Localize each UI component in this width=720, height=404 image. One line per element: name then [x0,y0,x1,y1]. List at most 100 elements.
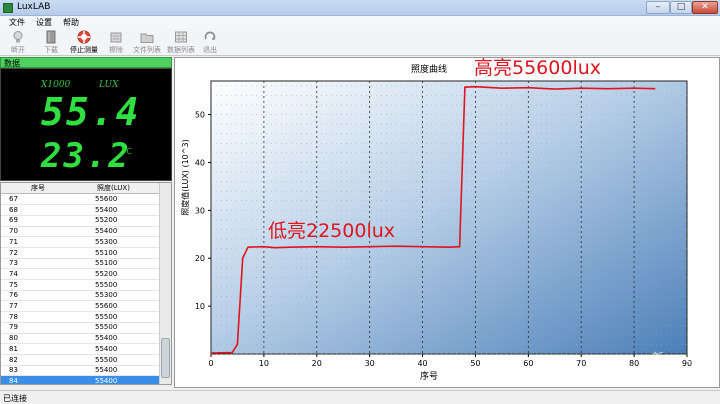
cell-lux: 55500 [95,280,118,289]
table-row[interactable]: 79 55500 [1,322,159,334]
table-row[interactable]: 82 55500 [1,355,159,366]
table-row[interactable]: 71 55300 [1,237,159,248]
status-bar: 已连接 [0,390,720,404]
table-row[interactable]: 81 55400 [1,344,159,355]
cell-lux: 55600 [95,195,118,203]
table-row[interactable]: 78 55500 [1,312,159,323]
data-panel-header: 数据 [0,57,172,68]
watermark-text: 众测 [668,360,704,381]
cell-index: 77 [9,302,18,310]
menu-file[interactable]: 文件 [9,17,25,28]
cell-index: 74 [9,269,18,278]
cell-lux: 55400 [95,376,118,385]
cell-index: 68 [9,205,18,214]
cell-index: 80 [9,334,18,343]
lifebuoy-icon [77,30,91,44]
table-row[interactable]: 76 55300 [1,290,159,302]
title-bar: LuxLAB – □ ✕ [0,0,720,16]
toolbar: 断开 下载 停止测量 擦除 文件列表 数据列表 退出 [0,28,720,56]
y-tick-label: 10 [195,302,205,311]
watermark-char-2: 浪 [652,365,665,379]
menu-settings[interactable]: 设置 [36,17,52,28]
annotation-low-brightness: 低亮22500lux [268,220,396,242]
table-row[interactable]: 73 55100 [1,258,159,270]
maximize-button[interactable]: □ [670,1,692,14]
table-scrollbar[interactable] [159,183,171,384]
stop-measure-button[interactable]: 停止测量 [66,28,102,55]
table-row[interactable]: 70 55400 [1,226,159,238]
x-tick-label: 40 [417,359,427,368]
cell-index: 79 [9,323,18,332]
y-axis-label: 照度值(LUX) (10^3) [180,139,190,215]
lcd-unit: LUX [99,80,119,90]
x-tick-label: 10 [259,359,269,368]
download-button[interactable]: 下载 [36,28,66,55]
chart-title: 照度曲线 [411,63,447,75]
lcd-display: X1000 LUX 55.4 23.2 ℃ [0,68,172,181]
exit-button[interactable]: 退出 [198,28,222,55]
x-tick-label: 0 [208,359,213,368]
erase-button[interactable]: 擦除 [103,28,129,55]
eraser-icon [110,32,122,43]
minimize-button[interactable]: – [646,1,670,14]
table-row[interactable]: 74 55200 [1,269,159,281]
cell-lux: 55300 [95,291,118,300]
cell-index: 81 [9,344,18,353]
x-axis-label: 序号 [420,370,438,382]
cell-lux: 55600 [95,302,118,310]
y-tick-label: 30 [195,206,205,215]
table-row[interactable]: 77 55600 [1,301,159,313]
table-header: 序号 照度(LUX) [1,183,159,194]
x-tick-label: 60 [523,359,533,368]
cell-index: 83 [9,366,18,375]
cell-lux: 55400 [95,334,118,343]
cell-index: 76 [9,291,18,300]
cell-index: 71 [9,237,18,246]
data-table[interactable]: 序号 照度(LUX) 67 55600 68 55400 69 55200 70 55400 7… [0,182,172,385]
folder-icon [140,33,154,43]
file-list-button[interactable]: 文件列表 [130,28,164,55]
table-row[interactable]: 68 55400 [1,205,159,216]
table-row[interactable]: 72 55100 [1,248,159,259]
menu-help[interactable]: 帮助 [63,17,79,28]
lux-reading: 55.4 [41,90,141,134]
cell-lux: 55400 [95,205,118,214]
y-tick-label: 20 [195,254,205,263]
watermark-char-1: 新 [652,351,665,365]
temperature-unit: ℃ [123,147,132,156]
y-tick-label: 50 [195,111,205,120]
data-list-button[interactable]: 数据列表 [164,28,198,55]
annotation-high-brightness: 高亮55600lux [474,57,602,79]
table-row[interactable]: 69 55200 [1,215,159,227]
table-row[interactable]: 84 55400 [1,375,159,385]
cell-index: 82 [9,355,18,364]
table-row[interactable]: 75 55500 [1,280,159,291]
x-tick-label: 80 [629,359,639,368]
cell-index: 72 [9,248,18,257]
x-tick-label: 50 [470,359,480,368]
lcd-multiplier: X1000 [41,80,71,90]
column-header-lux: 照度(LUX) [97,184,130,192]
exit-icon [204,31,216,40]
cell-lux: 55400 [95,344,118,353]
cell-index: 73 [9,259,18,268]
y-tick-label: 40 [195,158,205,167]
close-button[interactable]: ✕ [692,1,718,14]
cell-lux: 55500 [95,323,118,332]
table-row[interactable]: 67 55600 [1,194,159,206]
watermark-logo: 新 浪 众测 [652,352,714,384]
x-tick-label: 30 [365,359,375,368]
table-row[interactable]: 80 55400 [1,333,159,345]
menu-bar: 文件 设置 帮助 [0,16,720,28]
cell-lux: 55500 [95,312,118,321]
x-tick-label: 20 [312,359,322,368]
disconnect-button[interactable]: 断开 [3,28,33,55]
table-row[interactable]: 83 55400 [1,365,159,377]
cell-index: 70 [9,227,18,236]
bulb-icon [13,31,23,43]
scrollbar-thumb[interactable] [161,338,170,378]
app-icon [3,3,13,13]
cell-lux: 55200 [95,269,118,278]
temperature-reading: 23.2 [41,136,131,176]
cell-index: 78 [9,312,18,321]
